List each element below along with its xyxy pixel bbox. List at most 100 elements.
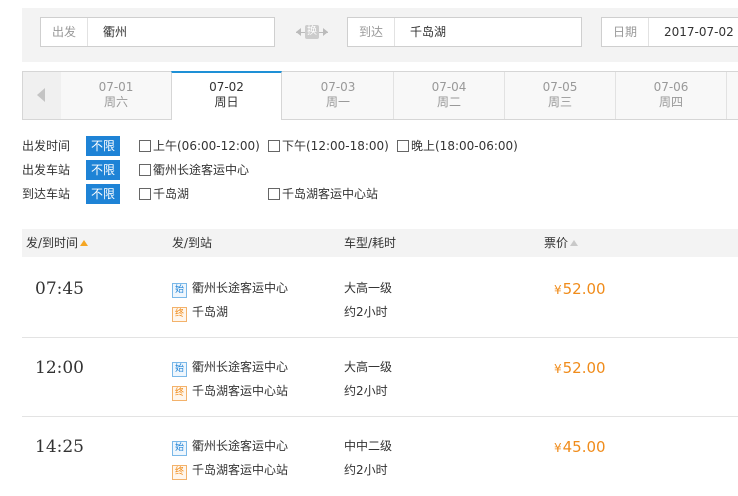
header-time-sort[interactable]: 发/到时间 (26, 229, 89, 257)
filter-option-morning[interactable]: 上午(06:00-12:00) (139, 136, 260, 156)
from-station-name: 衢州长途客运中心 (192, 360, 289, 374)
date-tabs: 07-01 周六 07-02 周日 07-03 周一 07-04 周二 07-0… (22, 71, 738, 120)
header-type: 车型/耗时 (344, 236, 397, 250)
filter-all-button[interactable]: 不限 (86, 184, 120, 204)
filter-label: 到达车站 (22, 187, 71, 201)
from-station: 始衢州长途客运中心 (172, 438, 288, 456)
date-tab-weekday: 周日 (214, 95, 239, 109)
date-tab-0704[interactable]: 07-04 周二 (394, 72, 505, 119)
price: ¥45.00 (554, 438, 606, 457)
checkbox[interactable] (139, 164, 151, 176)
date-tab-date: 07-06 (653, 80, 689, 94)
chevron-left-icon (37, 88, 45, 102)
from-station: 始衢州长途客运中心 (172, 359, 288, 377)
start-badge-icon: 始 (172, 283, 187, 298)
filter-all-button[interactable]: 不限 (86, 136, 120, 156)
currency-symbol: ¥ (554, 362, 562, 376)
to-value[interactable]: 千岛湖 (410, 18, 446, 46)
date-tab-0706[interactable]: 07-06 周四 (616, 72, 727, 119)
date-tab-0703[interactable]: 07-03 周一 (283, 72, 394, 119)
header-price: 票价 (544, 236, 569, 250)
table-row[interactable]: 14:25 始衢州长途客运中心 终千岛湖客运中心站 中中二级 约2小时 ¥45.… (22, 417, 738, 496)
filter-option-evening[interactable]: 晚上(18:00-06:00) (397, 136, 518, 156)
end-badge-icon: 终 (172, 465, 187, 480)
to-label: 到达 (348, 18, 396, 46)
price-value: 45.00 (562, 438, 606, 456)
filter-label: 出发时间 (22, 139, 71, 153)
from-station-name: 衢州长途客运中心 (192, 281, 289, 295)
to-station-name: 千岛湖客运中心站 (192, 463, 289, 477)
option-label: 衢州长途客运中心 (153, 163, 250, 177)
depart-time: 14:25 (35, 437, 84, 457)
date-tab-0702[interactable]: 07-02 周日 (171, 71, 282, 120)
to-station: 终千岛湖客运中心站 (172, 462, 288, 480)
price: ¥52.00 (554, 280, 606, 299)
filter-label: 出发车站 (22, 163, 71, 177)
checkbox[interactable] (268, 140, 280, 152)
checkbox[interactable] (139, 188, 151, 200)
bus-type: 大高一级 (344, 281, 393, 295)
date-tab-weekday: 周一 (325, 95, 350, 109)
filter-depart-time: 出发时间 不限 上午(06:00-12:00) 下午(12:00-18:00) … (22, 136, 738, 156)
checkbox[interactable] (139, 140, 151, 152)
duration: 约2小时 (344, 463, 388, 477)
end-badge-icon: 终 (172, 307, 187, 322)
sort-asc-icon (80, 240, 89, 246)
date-tab-date: 07-02 (209, 80, 244, 94)
filter-all-button[interactable]: 不限 (86, 160, 120, 180)
filter-option-station[interactable]: 千岛湖客运中心站 (268, 184, 378, 204)
date-value[interactable]: 2017-07-02 (664, 18, 734, 46)
table-header: 发/到时间 发/到站 车型/耗时 票价 (22, 229, 738, 257)
date-tab-0701[interactable]: 07-01 周六 (61, 72, 172, 119)
from-field[interactable]: 出发 衢州 (40, 17, 275, 47)
date-tab-weekday: 周四 (658, 95, 683, 109)
date-tab-0705[interactable]: 07-05 周三 (505, 72, 616, 119)
to-station: 终千岛湖 (172, 304, 228, 322)
date-tab-date: 07-01 (98, 80, 134, 94)
duration: 约2小时 (344, 305, 388, 319)
depart-time: 12:00 (35, 358, 84, 378)
swap-left-arrow-icon (296, 28, 301, 36)
depart-time: 07:45 (35, 279, 84, 299)
start-badge-icon: 始 (172, 441, 187, 456)
swap-button[interactable]: 换 (296, 24, 328, 42)
option-label: 下午(12:00-18:00) (282, 139, 389, 153)
filter-depart-station: 出发车站 不限 衢州长途客运中心 (22, 160, 738, 180)
to-station-name: 千岛湖 (192, 305, 229, 319)
date-tab-date: 07-04 (431, 80, 467, 94)
option-label: 晚上(18:00-06:00) (411, 139, 518, 153)
swap-right-arrow-icon (323, 28, 328, 36)
date-tab-date: 07-03 (320, 80, 356, 94)
checkbox[interactable] (397, 140, 409, 152)
table-row[interactable]: 07:45 始衢州长途客运中心 终千岛湖 大高一级 约2小时 ¥52.00 (22, 259, 738, 338)
date-tab-weekday: 周二 (436, 95, 461, 109)
from-station-name: 衢州长途客运中心 (192, 439, 289, 453)
price-value: 52.00 (562, 359, 606, 377)
search-bar: 出发 衢州 换 到达 千岛湖 日期 2017-07-02 (22, 8, 738, 62)
from-value[interactable]: 衢州 (103, 18, 127, 46)
header-price-sort[interactable]: 票价 (544, 229, 579, 257)
filter-option-afternoon[interactable]: 下午(12:00-18:00) (268, 136, 389, 156)
filter-option-station[interactable]: 衢州长途客运中心 (139, 160, 249, 180)
to-field[interactable]: 到达 千岛湖 (347, 17, 582, 47)
duration: 约2小时 (344, 384, 388, 398)
table-row[interactable]: 12:00 始衢州长途客运中心 终千岛湖客运中心站 大高一级 约2小时 ¥52.… (22, 338, 738, 417)
date-label: 日期 (602, 18, 650, 46)
swap-icon: 换 (305, 25, 319, 39)
to-station: 终千岛湖客运中心站 (172, 383, 288, 401)
bus-type: 大高一级 (344, 360, 393, 374)
filter-option-station[interactable]: 千岛湖 (139, 184, 189, 204)
price: ¥52.00 (554, 359, 606, 378)
end-badge-icon: 终 (172, 386, 187, 401)
checkbox[interactable] (268, 188, 280, 200)
header-station: 发/到站 (172, 236, 213, 250)
date-tab-weekday: 周六 (103, 95, 128, 109)
option-label: 千岛湖 (153, 187, 190, 201)
from-label: 出发 (41, 18, 89, 46)
price-value: 52.00 (562, 280, 606, 298)
date-field[interactable]: 日期 2017-07-02 (601, 17, 738, 47)
prev-dates-button[interactable] (23, 72, 62, 119)
currency-symbol: ¥ (554, 283, 562, 297)
start-badge-icon: 始 (172, 362, 187, 377)
filter-arrive-station: 到达车站 不限 千岛湖 千岛湖客运中心站 (22, 184, 738, 204)
